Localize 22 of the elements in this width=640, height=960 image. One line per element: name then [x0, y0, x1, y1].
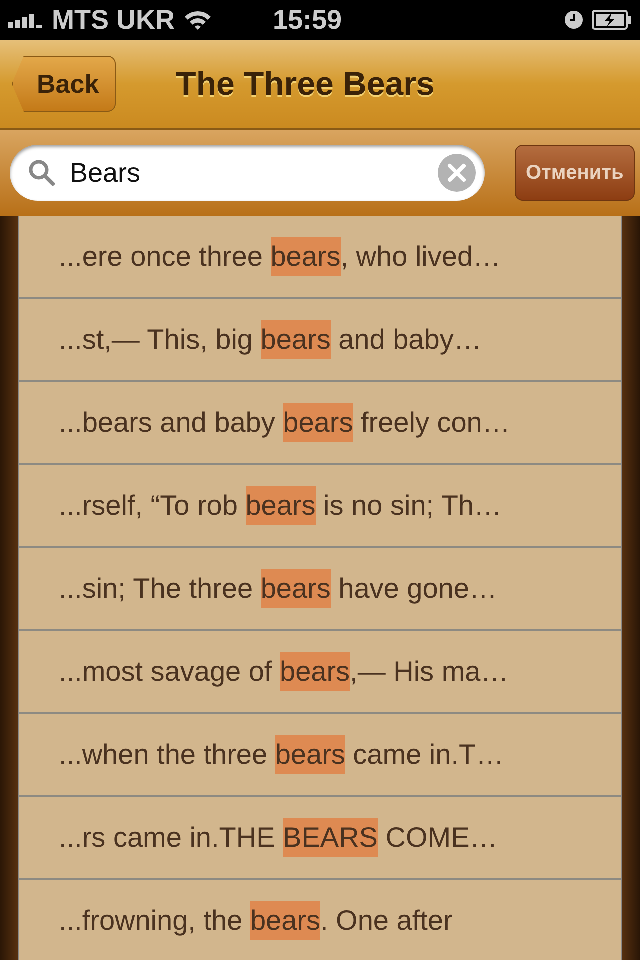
- result-row[interactable]: ...sin; The three bears have gone…: [19, 548, 621, 631]
- signal-icon: [8, 12, 44, 28]
- back-button[interactable]: Back: [12, 56, 116, 112]
- search-input[interactable]: Bears: [68, 156, 426, 190]
- battery-icon: [592, 10, 632, 30]
- clear-icon[interactable]: [438, 154, 476, 192]
- wifi-icon: [183, 9, 213, 31]
- page-title: The Three Bears: [176, 65, 435, 103]
- result-row[interactable]: ...rs came in.THE BEARS COME…: [19, 797, 621, 880]
- result-row[interactable]: ...most savage of bears,— His ma…: [19, 631, 621, 714]
- result-row[interactable]: ...ere once three bears, who lived…: [19, 216, 621, 299]
- result-row[interactable]: ...frowning, the bears. One after: [19, 880, 621, 960]
- result-row[interactable]: ...bears and baby bears freely con…: [19, 382, 621, 465]
- carrier-name: MTS UKR: [52, 4, 175, 36]
- result-row[interactable]: ...when the three bears came in.T…: [19, 714, 621, 797]
- result-row[interactable]: ...st,— This, big bears and baby…: [19, 299, 621, 382]
- result-row[interactable]: ...rself, “To rob bears is no sin; Th…: [19, 465, 621, 548]
- search-field[interactable]: Bears: [10, 145, 485, 201]
- search-icon: [28, 159, 56, 187]
- status-time: 15:59: [273, 4, 342, 36]
- cancel-button[interactable]: Отменить: [515, 145, 635, 201]
- clock-icon: [564, 10, 584, 30]
